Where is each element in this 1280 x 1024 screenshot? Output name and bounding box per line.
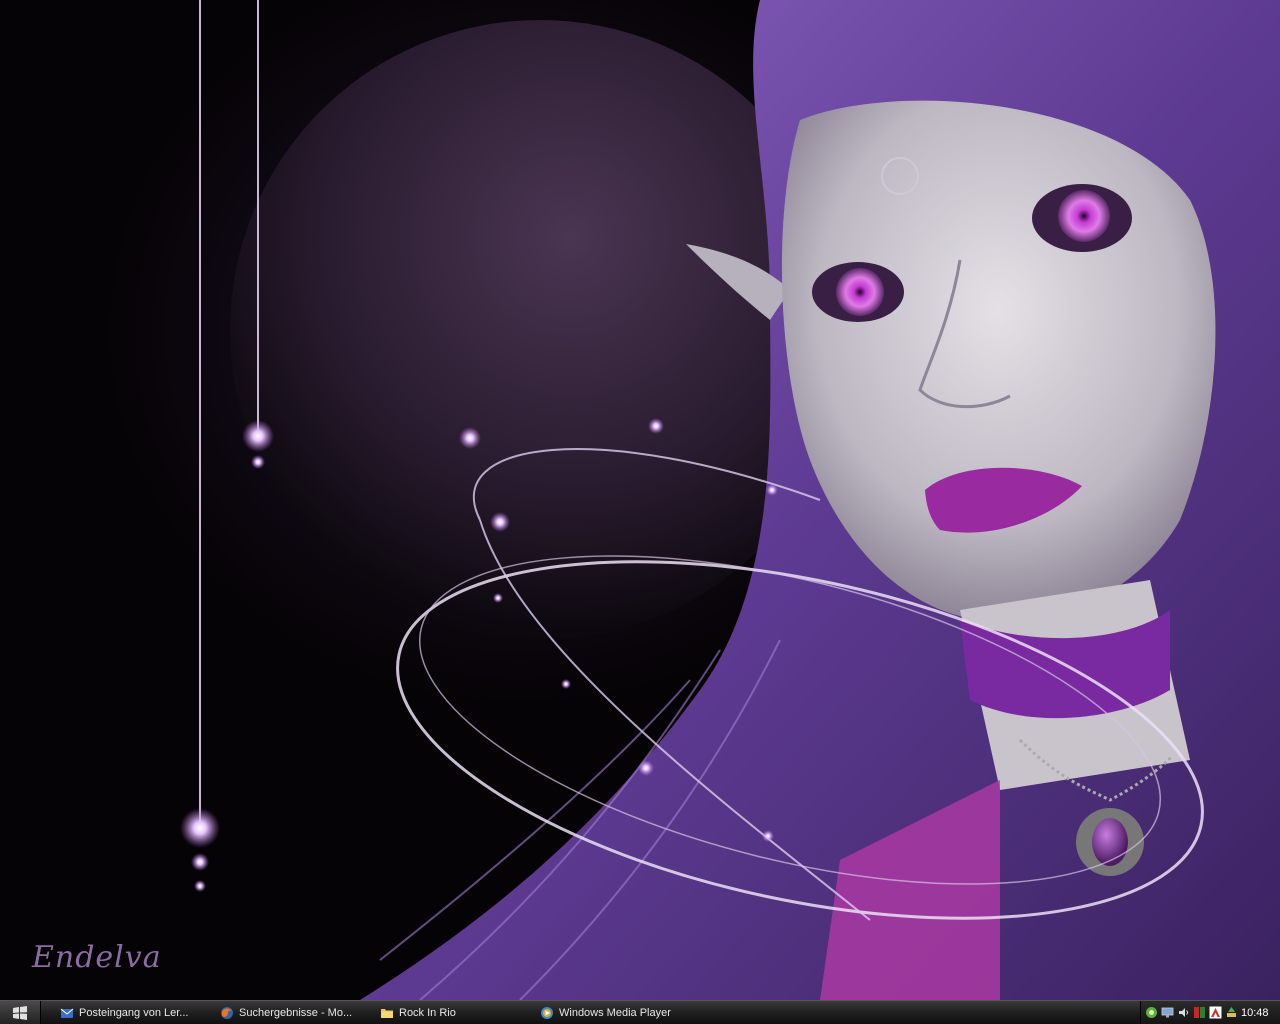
pendant-gem xyxy=(1092,818,1128,866)
outlook-icon xyxy=(60,1008,74,1018)
desktop[interactable]: Endelva xyxy=(0,0,1280,1000)
wallpaper-signature: Endelva xyxy=(32,940,162,975)
taskbar: Posteingang von Ler... Suchergebnisse - … xyxy=(0,1000,1280,1024)
taskbar-item-outlook[interactable]: Posteingang von Ler... xyxy=(56,1002,208,1023)
media-player-icon xyxy=(541,1006,553,1019)
sparkle xyxy=(762,830,774,842)
taskbar-item-label: Suchergebnisse - Mo... xyxy=(239,1006,353,1019)
sparkle xyxy=(766,484,778,496)
sparkle xyxy=(561,679,571,689)
sparkle xyxy=(242,420,274,452)
sparkle xyxy=(459,427,481,449)
iris-left xyxy=(836,268,884,316)
taskbar-item-media-player[interactable]: Windows Media Player xyxy=(536,1002,688,1023)
safely-remove-icon[interactable] xyxy=(1225,1006,1238,1019)
start-button[interactable] xyxy=(0,1001,41,1024)
folder-icon xyxy=(381,1008,393,1018)
network-icon[interactable] xyxy=(1145,1006,1158,1019)
clock[interactable]: 10:48 xyxy=(1241,1007,1269,1019)
windows-logo-icon xyxy=(13,1005,27,1020)
sparkle xyxy=(191,853,209,871)
sparkle xyxy=(194,880,206,892)
sparkle xyxy=(638,760,654,776)
antivirus-icon[interactable] xyxy=(1209,1006,1222,1019)
volume-icon[interactable] xyxy=(1177,1006,1190,1019)
wallpaper-art xyxy=(180,0,1280,1000)
system-tray: 10:48 xyxy=(1140,1001,1280,1024)
sparkle xyxy=(648,418,664,434)
sparkle xyxy=(493,593,503,603)
iris-right xyxy=(1058,190,1110,242)
taskbar-item-label: Posteingang von Ler... xyxy=(79,1006,189,1019)
firefox-icon xyxy=(221,1006,233,1019)
taskbar-item-firefox[interactable]: Suchergebnisse - Mo... xyxy=(216,1002,368,1023)
taskbar-item-label: Rock In Rio xyxy=(399,1006,456,1019)
taskbar-item-folder[interactable]: Rock In Rio xyxy=(376,1002,528,1023)
monitor-icon[interactable] xyxy=(1161,1006,1174,1019)
meter-icon[interactable] xyxy=(1193,1006,1206,1019)
taskbar-item-label: Windows Media Player xyxy=(559,1006,671,1019)
sparkle xyxy=(251,455,265,469)
sparkle xyxy=(180,808,220,848)
sparkle xyxy=(490,512,510,532)
